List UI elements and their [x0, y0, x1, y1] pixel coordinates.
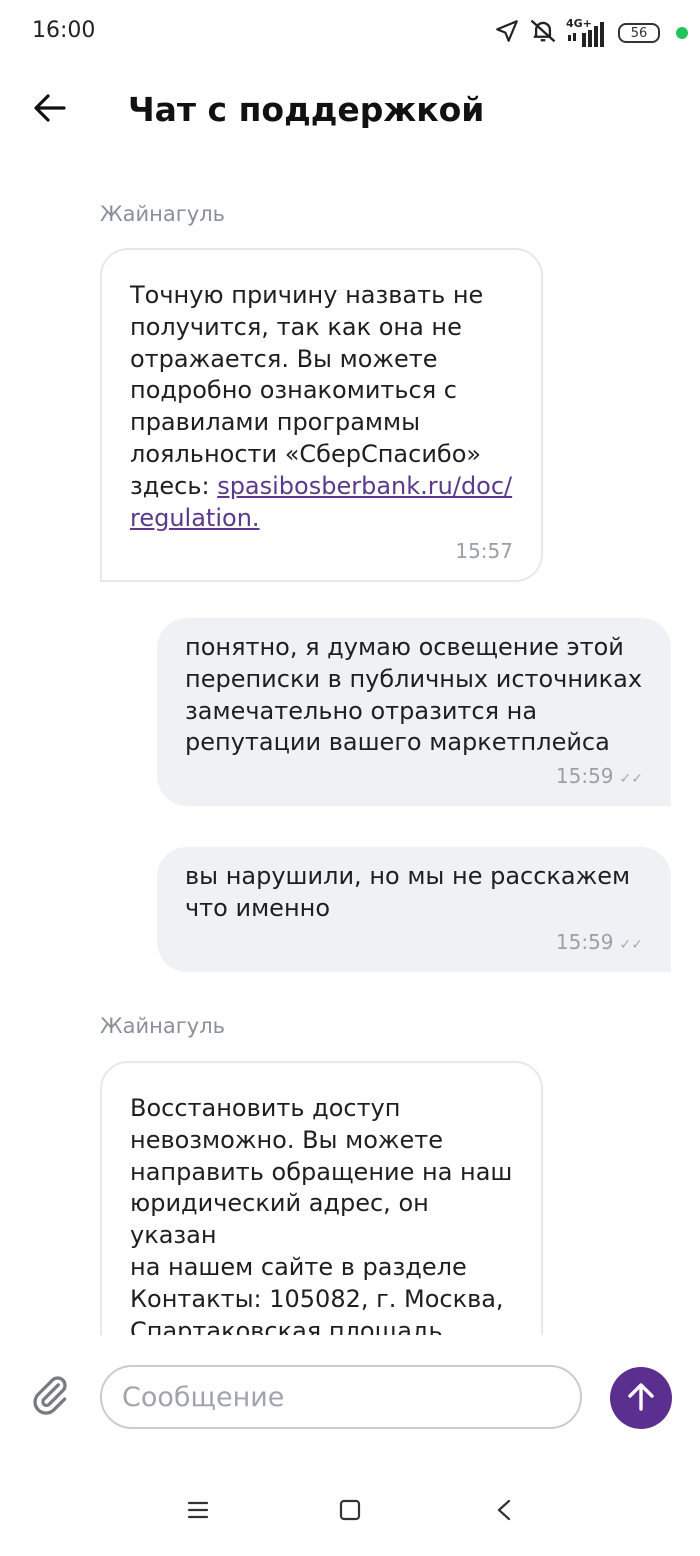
battery-icon: 56	[618, 23, 660, 43]
read-checkmarks-icon: ✓✓	[619, 936, 643, 953]
sender-name: Жайнагуль	[100, 1014, 225, 1038]
header: Чат с поддержкой	[0, 66, 700, 158]
home-icon	[339, 1499, 361, 1525]
signal-icon: 4G+	[566, 17, 610, 47]
attach-button[interactable]	[28, 1373, 72, 1417]
back-icon	[496, 1499, 512, 1525]
status-icons: 4G+ 56	[494, 16, 688, 50]
status-time: 16:00	[32, 18, 96, 43]
arrow-up-icon	[625, 1381, 657, 1416]
menu-button[interactable]	[178, 1492, 218, 1532]
arrow-left-icon	[33, 93, 67, 127]
message-time: 15:57	[455, 539, 513, 564]
home-button[interactable]	[330, 1492, 370, 1532]
message-meta: 15:59 ✓✓	[185, 763, 643, 792]
page-title: Чат с поддержкой	[128, 90, 485, 129]
message-composer	[0, 1335, 700, 1460]
message-text: Точную причину назвать не получится, так…	[130, 280, 513, 534]
system-nav-bar	[0, 1470, 700, 1556]
battery-level: 56	[630, 25, 648, 41]
location-arrow-icon	[494, 18, 520, 48]
incoming-message: Точную причину назвать не получится, так…	[100, 248, 543, 583]
message-text: вы нарушили, но мы не расскажем что имен…	[185, 862, 631, 922]
menu-icon	[187, 1501, 209, 1523]
outgoing-message: вы нарушили, но мы не расскажем что имен…	[157, 847, 671, 972]
system-back-button[interactable]	[484, 1492, 524, 1532]
message-meta: 15:59 ✓✓	[185, 929, 643, 958]
incoming-message: Восстановить доступ невозможно. Вы может…	[100, 1061, 543, 1335]
outgoing-message: понятно, я думаю освещение этой переписк…	[157, 618, 671, 807]
send-button[interactable]	[610, 1367, 672, 1429]
message-input[interactable]	[100, 1365, 582, 1429]
message-text: понятно, я думаю освещение этой переписк…	[185, 633, 643, 757]
message-time: 15:59	[555, 764, 614, 789]
sender-name: Жайнагуль	[100, 202, 225, 226]
message-body: Точную причину назвать не получится, так…	[130, 281, 484, 500]
mute-icon	[528, 17, 558, 49]
back-button[interactable]	[28, 88, 72, 132]
chat-area[interactable]: Жайнагуль Точную причину назвать не полу…	[0, 158, 700, 1335]
message-time: 15:59	[555, 929, 614, 954]
message-text: Восстановить доступ невозможно. Вы может…	[130, 1094, 513, 1335]
read-checkmarks-icon: ✓✓	[619, 771, 643, 788]
paperclip-icon	[28, 1376, 72, 1421]
status-dot	[676, 27, 688, 39]
status-bar: 16:00 4G+ 56	[0, 0, 700, 66]
